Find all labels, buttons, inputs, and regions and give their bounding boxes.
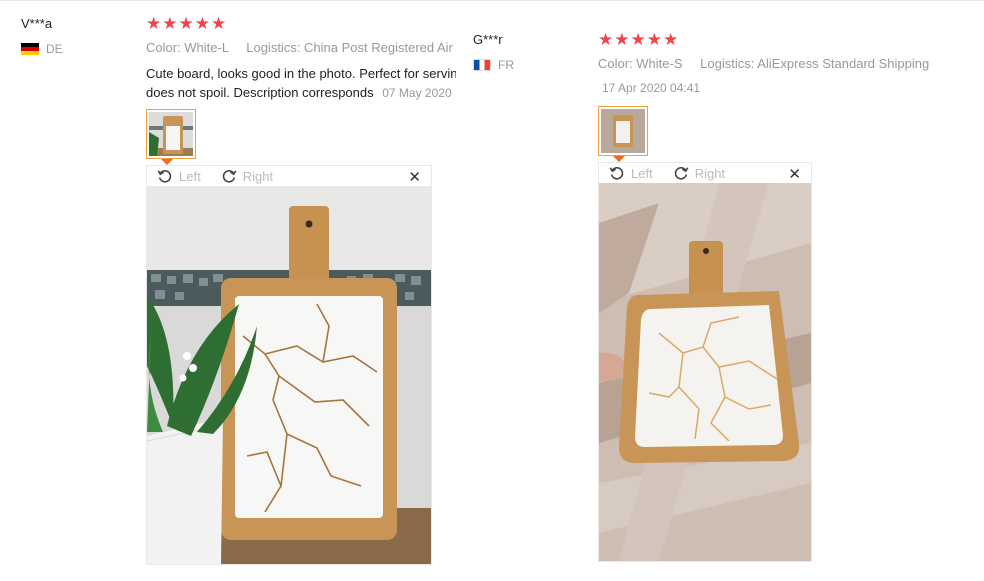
viewer-toolbar: Left Right ✕ [599,163,811,183]
star-icon: ★ [211,14,227,33]
rotate-right-icon [222,169,237,183]
star-icon: ★ [162,14,178,33]
star-icon: ★ [146,14,162,33]
star-icon: ★ [646,30,662,49]
rotate-right-button[interactable]: Right [221,168,273,184]
review-photo-large [147,186,431,564]
logistics-info: Logistics: China Post Registered Air Mai… [246,40,456,55]
viewer-toolbar: Left Right ✕ [147,166,431,186]
review-text: does not spoil. Description corresponds [146,85,374,100]
review-text-line-2: does not spoil. Description corresponds … [146,83,456,103]
star-icon: ★ [663,30,679,49]
rotate-left-icon [157,169,172,183]
star-icon: ★ [178,14,194,33]
rotate-right-label: Right [242,168,274,184]
logistics-info: Logistics: AliExpress Standard Shipping [700,56,930,71]
product-color: Color: White-L [146,40,229,55]
star-icon: ★ [598,30,614,49]
thumbnail-image [601,109,645,153]
photo-viewer: Left Right ✕ [598,162,812,562]
photo-viewer: Left Right ✕ [146,165,432,565]
review-photo-large [599,183,811,561]
review-date: 17 Apr 2020 04:41 [602,81,701,95]
country-code: DE [46,42,63,56]
reviewer-country: FR [473,58,514,72]
germany-flag-icon [21,43,39,55]
star-icon: ★ [614,30,630,49]
reviewer-name: G***r [473,32,503,47]
product-color: Color: White-S [598,56,683,71]
star-icon: ★ [194,14,210,33]
review-date: 07 May 2020 12:00 [382,86,456,100]
top-divider [0,0,984,1]
rotate-left-button[interactable]: Left [609,165,653,181]
rotate-left-icon [609,166,624,180]
rating-stars: ★ ★ ★ ★ ★ [146,15,226,32]
rotate-left-button[interactable]: Left [157,168,201,184]
rotate-left-label: Left [631,165,653,181]
rotate-right-label: Right [694,165,726,181]
star-icon: ★ [630,30,646,49]
reviewer-name: V***a [21,16,53,31]
review-photo-thumbnail[interactable] [146,109,196,159]
review-photo-thumbnail[interactable] [598,106,648,156]
rotate-right-icon [674,166,689,180]
france-flag-icon [473,59,491,71]
rotate-left-label: Left [179,168,201,184]
review-body-clip: Color: White-L Logistics: China Post Reg… [146,38,456,108]
review-text-line-1: Cute board, looks good in the photo. Per… [146,66,456,81]
close-icon[interactable]: ✕ [788,165,801,183]
reviewer-country: DE [21,42,63,56]
rotate-right-button[interactable]: Right [673,165,725,181]
country-code: FR [498,58,514,72]
rating-stars: ★ ★ ★ ★ ★ [598,31,678,48]
close-icon[interactable]: ✕ [408,168,421,186]
review-meta: Color: White-L Logistics: China Post Reg… [146,40,456,55]
thumbnail-image [149,112,193,156]
review-meta: Color: White-S Logistics: AliExpress Sta… [598,56,929,71]
